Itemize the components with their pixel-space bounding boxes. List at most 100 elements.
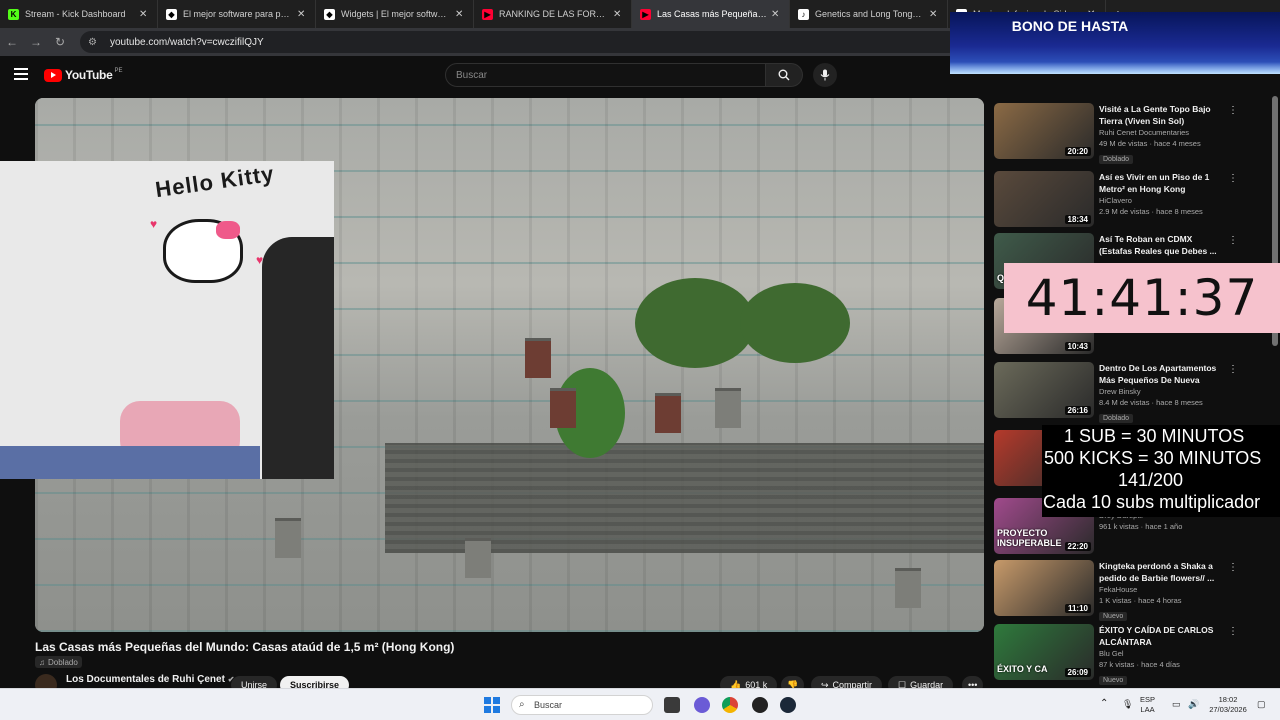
more-options-icon[interactable]: ⋮ xyxy=(1228,105,1238,116)
recommendation-item[interactable]: 26:16 Dentro De Los Apartamentos Más Pequ… xyxy=(994,362,1274,424)
notification-icon[interactable]: ▢ xyxy=(1257,699,1266,709)
chevron-up-icon[interactable]: ⌃ xyxy=(1100,699,1108,709)
bonus-banner: BONO DE HASTA xyxy=(950,12,1280,74)
microphone-icon xyxy=(820,69,830,81)
browser-tab[interactable]: K Stream - Kick Dashboard ✕ xyxy=(0,0,158,28)
close-icon[interactable]: ✕ xyxy=(139,9,149,20)
bed xyxy=(0,446,260,479)
reload-icon[interactable]: ↻ xyxy=(48,35,72,49)
kitty-bow xyxy=(216,221,240,239)
rule-line: 141/200 xyxy=(1118,470,1184,490)
close-icon[interactable]: ✕ xyxy=(297,9,307,20)
video-thumbnail[interactable]: 26:16 xyxy=(994,362,1094,418)
video-grave xyxy=(465,538,491,578)
kick-icon: K xyxy=(8,8,19,20)
recommendation-channel[interactable]: Blu Gel xyxy=(1099,649,1219,658)
start-button[interactable] xyxy=(484,697,500,713)
search-box: Buscar xyxy=(445,63,803,87)
microphone-icon[interactable]: 🎙 xyxy=(1122,699,1133,709)
recommendation-title[interactable]: Así Te Roban en CDMX (Estafas Reales que… xyxy=(1099,233,1219,257)
tiktok-icon: ♪ xyxy=(798,8,809,20)
recommendation-meta: 961 k vistas · hace 1 año xyxy=(1099,522,1183,531)
site-info-icon[interactable]: ⚙ xyxy=(88,37,104,48)
taskbar-search[interactable]: ⌕ Buscar xyxy=(511,695,653,715)
video-duration: 26:09 xyxy=(1064,668,1091,677)
more-options-icon[interactable]: ⋮ xyxy=(1228,562,1238,573)
diamond-icon: ◆ xyxy=(166,8,177,20)
channel-name[interactable]: Los Documentales de Ruhi Çenet ✔ xyxy=(66,674,234,685)
more-options-icon[interactable]: ⋮ xyxy=(1228,235,1238,246)
recommendation-title[interactable]: Así es Vivir en un Piso de 1 Metro² en H… xyxy=(1099,171,1219,195)
recommendation-badge: Nuevo xyxy=(1099,676,1128,685)
youtube-logo[interactable]: YouTube PE xyxy=(44,68,122,82)
browser-tab[interactable]: ▶ RANKING DE LAS FORTUNAS DE ✕ xyxy=(474,0,632,28)
youtube-play-icon xyxy=(44,68,62,82)
network-icon[interactable]: ▭ xyxy=(1172,699,1181,709)
back-icon[interactable]: ← xyxy=(0,35,24,49)
video-duration: 26:16 xyxy=(1064,406,1091,415)
video-thumbnail[interactable]: ÉXITO Y CA 26:09 xyxy=(994,624,1094,680)
recommendation-meta: 2.9 M de vistas · hace 8 meses xyxy=(1099,207,1203,216)
search-input[interactable]: Buscar xyxy=(445,63,766,87)
recommendation-title[interactable]: Dentro De Los Apartamentos Más Pequeños … xyxy=(1099,362,1219,386)
recommendation-channel[interactable]: HiClavero xyxy=(1099,196,1219,205)
recommendation-title[interactable]: Kingteka perdonó a Shaka a pedido de Bar… xyxy=(1099,560,1219,584)
more-options-icon[interactable]: ⋮ xyxy=(1228,364,1238,375)
gaming-chair xyxy=(262,237,334,479)
clock-time: 18:02 xyxy=(1218,695,1238,704)
video-thumbnail[interactable]: 11:10 xyxy=(994,560,1094,616)
recommendation-title[interactable]: Visité a La Gente Topo Bajo Tierra (Vive… xyxy=(1099,103,1219,127)
voice-search-button[interactable] xyxy=(813,63,837,87)
file-explorer-icon[interactable] xyxy=(664,697,680,713)
recommendation-item[interactable]: 11:10 Kingteka perdonó a Shaka a pedido d… xyxy=(994,560,1274,622)
forward-icon[interactable]: → xyxy=(24,35,48,49)
video-duration: 10:43 xyxy=(1064,342,1091,351)
steam-icon[interactable] xyxy=(780,697,796,713)
language-code: ESP xyxy=(1140,695,1156,704)
language-indicator[interactable]: ESP LAA xyxy=(1140,695,1155,715)
recommendation-badge: Doblado xyxy=(1099,414,1134,423)
browser-tab[interactable]: ▶ Las Casas más Pequeñas del ✕ xyxy=(632,0,790,28)
recommendation-item[interactable]: 20:20 Visité a La Gente Topo Bajo Tierra … xyxy=(994,103,1274,165)
recommendation-channel[interactable]: FekaHouse xyxy=(1099,585,1219,594)
tab-title: Las Casas más Pequeñas del xyxy=(657,9,767,19)
browser-tab[interactable]: ◆ El mejor software para potenciar ✕ xyxy=(158,0,316,28)
app-icon[interactable] xyxy=(752,697,768,713)
tab-title: Genetics and Long Tongue: Fa: xyxy=(815,9,925,19)
recommendation-meta: 87 k vistas · hace 4 días xyxy=(1099,660,1180,669)
close-icon[interactable]: ✕ xyxy=(455,9,465,20)
volume-icon[interactable]: 🔊 xyxy=(1188,699,1199,709)
video-thumbnail[interactable]: 18:34 xyxy=(994,171,1094,227)
recommendation-channel[interactable]: Drew Binsky xyxy=(1099,387,1219,396)
app-icon[interactable] xyxy=(694,697,710,713)
video-duration: 11:10 xyxy=(1064,604,1091,613)
close-icon[interactable]: ✕ xyxy=(771,9,781,20)
more-options-icon[interactable]: ⋮ xyxy=(1228,173,1238,184)
video-grave xyxy=(525,338,551,378)
recommendation-title[interactable]: ÉXITO Y CAÍDA DE CARLOS ALCÁNTARA xyxy=(1099,624,1219,648)
screen: K Stream - Kick Dashboard ✕ ◆ El mejor softw… xyxy=(0,0,1280,720)
recommendation-item[interactable]: 18:34 Así es Vivir en un Piso de 1 Metro²… xyxy=(994,171,1274,233)
recommendation-channel[interactable]: Ruhi Cenet Documentaries xyxy=(1099,128,1219,137)
tab-title: Stream - Kick Dashboard xyxy=(25,9,126,19)
close-icon[interactable]: ✕ xyxy=(929,9,939,20)
recommendation-info: Así Te Roban en CDMX (Estafas Reales que… xyxy=(1099,233,1219,257)
youtube-logo-text: YouTube xyxy=(65,68,113,82)
browser-tab[interactable]: ◆ Widgets | El mejor software para ✕ xyxy=(316,0,474,28)
heart-icon: ♥ xyxy=(150,217,158,231)
more-options-icon[interactable]: ⋮ xyxy=(1228,626,1238,637)
browser-tab[interactable]: ♪ Genetics and Long Tongue: Fa: ✕ xyxy=(790,0,948,28)
recommendation-badge: Nuevo xyxy=(1099,612,1128,621)
close-icon[interactable]: ✕ xyxy=(613,9,623,20)
video-wall xyxy=(385,443,984,553)
chrome-icon[interactable] xyxy=(722,697,738,713)
recommendation-item[interactable]: ÉXITO Y CA 26:09 ÉXITO Y CAÍDA DE CARLOS A… xyxy=(994,624,1274,686)
video-thumbnail[interactable]: 20:20 xyxy=(994,103,1094,159)
url-field[interactable]: ⚙ youtube.com/watch?v=cwczifilQJY xyxy=(80,31,960,53)
clock[interactable]: 18:02 27/03/2026 xyxy=(1206,695,1250,715)
menu-icon[interactable] xyxy=(14,68,28,80)
youtube-icon: ▶ xyxy=(640,8,651,20)
search-button[interactable] xyxy=(766,63,803,87)
youtube-icon: ▶ xyxy=(482,8,493,20)
recommendation-info: ÉXITO Y CAÍDA DE CARLOS ALCÁNTARA Blu Gel… xyxy=(1099,624,1219,687)
